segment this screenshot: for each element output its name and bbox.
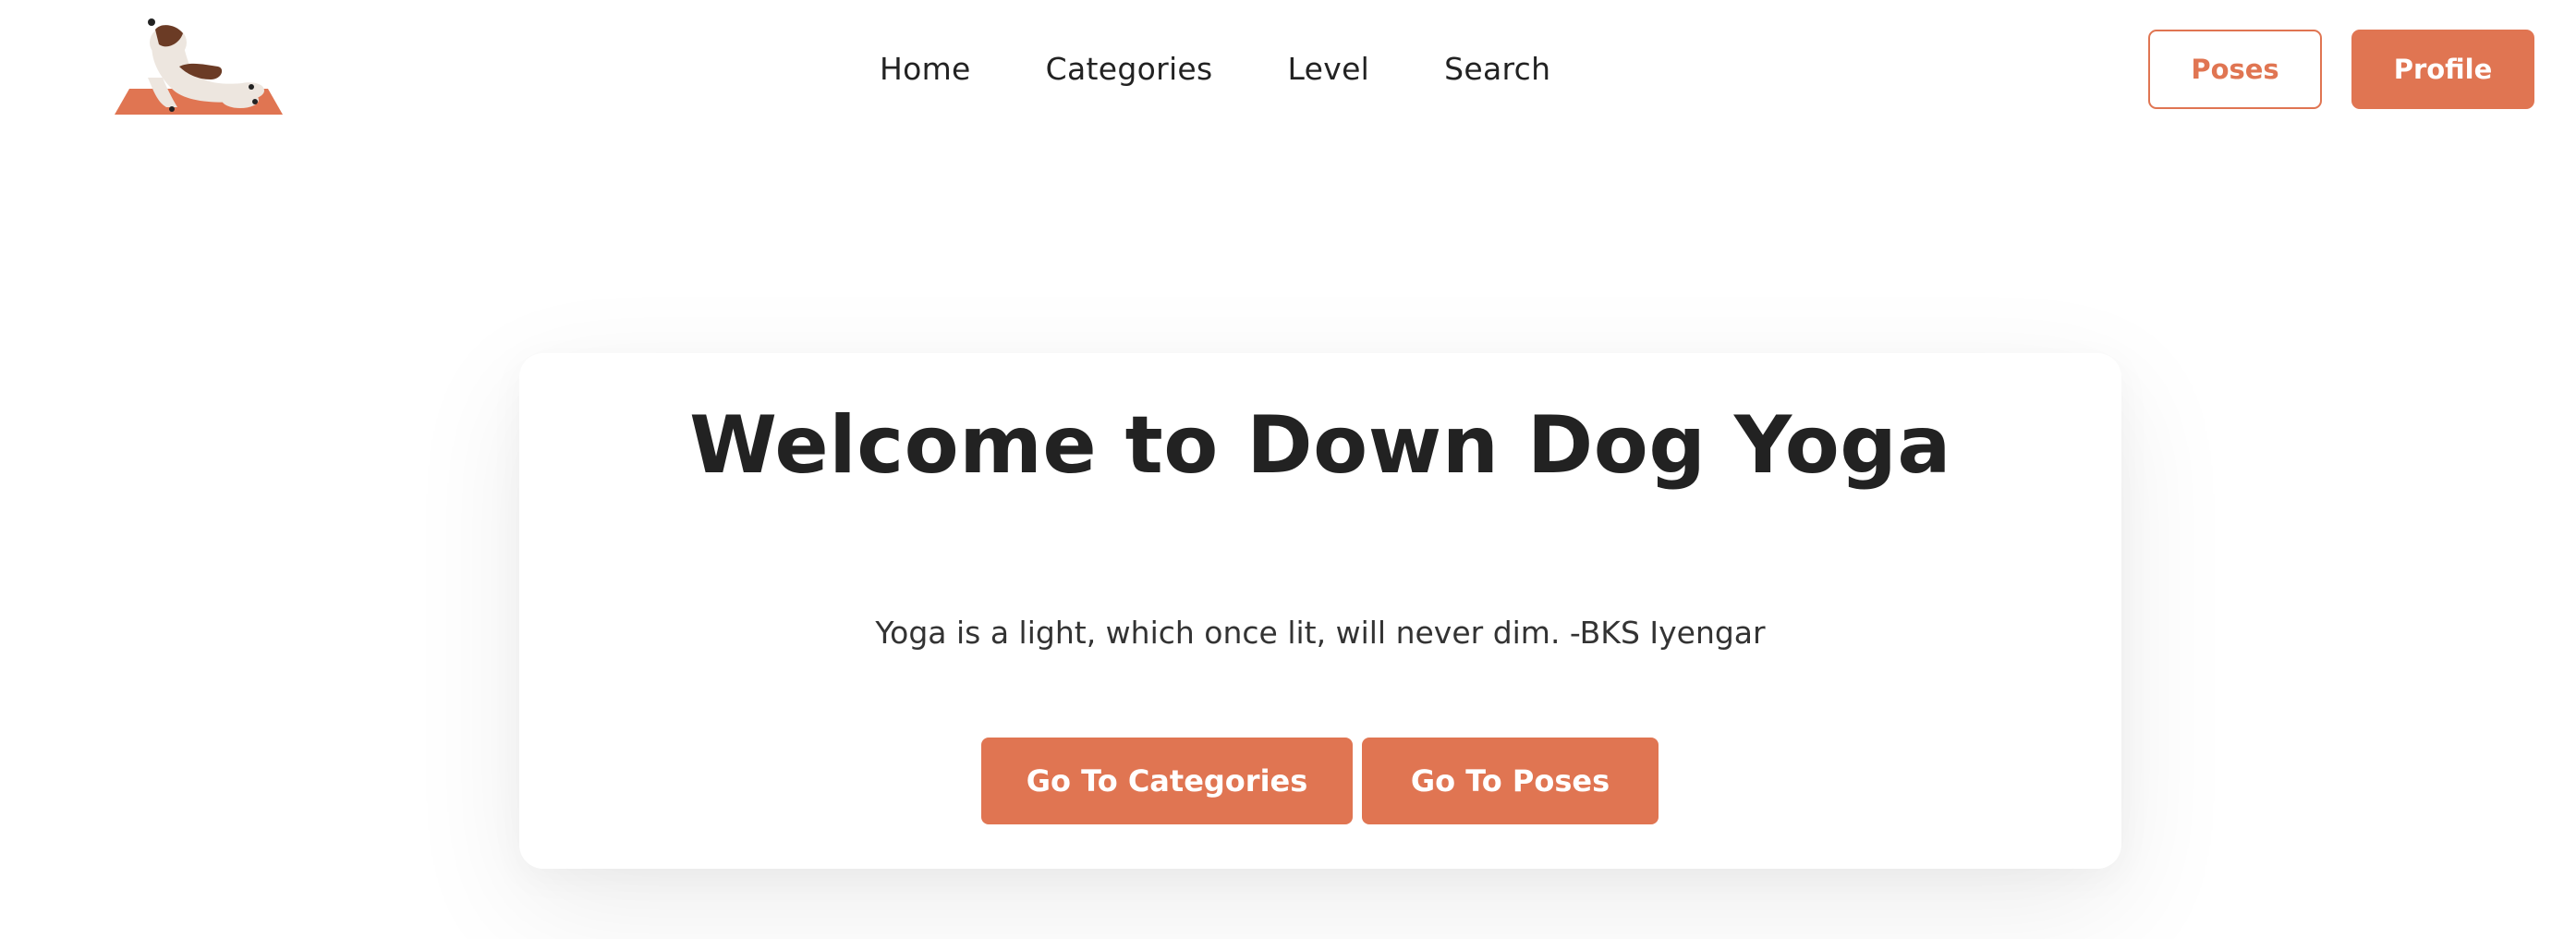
top-navigation-bar: Home Categories Level Search Poses Profi… (0, 0, 2576, 139)
nav-item-level[interactable]: Level (1288, 48, 1370, 91)
hero-quote: Yoga is a light, which once lit, will ne… (875, 615, 1766, 651)
hero-card: Welcome to Down Dog Yoga Yoga is a light… (519, 353, 2121, 869)
dog-yoga-logo-icon[interactable] (102, 13, 292, 122)
main-nav: Home Categories Level Search (880, 48, 1550, 91)
go-to-categories-button[interactable]: Go To Categories (981, 738, 1353, 824)
nav-item-categories[interactable]: Categories (1046, 48, 1213, 91)
poses-button[interactable]: Poses (2148, 30, 2322, 109)
profile-button[interactable]: Profile (2351, 30, 2534, 109)
hero-title: Welcome to Down Dog Yoga (689, 399, 1951, 492)
nav-item-search[interactable]: Search (1444, 48, 1550, 91)
nav-item-home[interactable]: Home (880, 48, 971, 91)
go-to-poses-button[interactable]: Go To Poses (1362, 738, 1659, 824)
